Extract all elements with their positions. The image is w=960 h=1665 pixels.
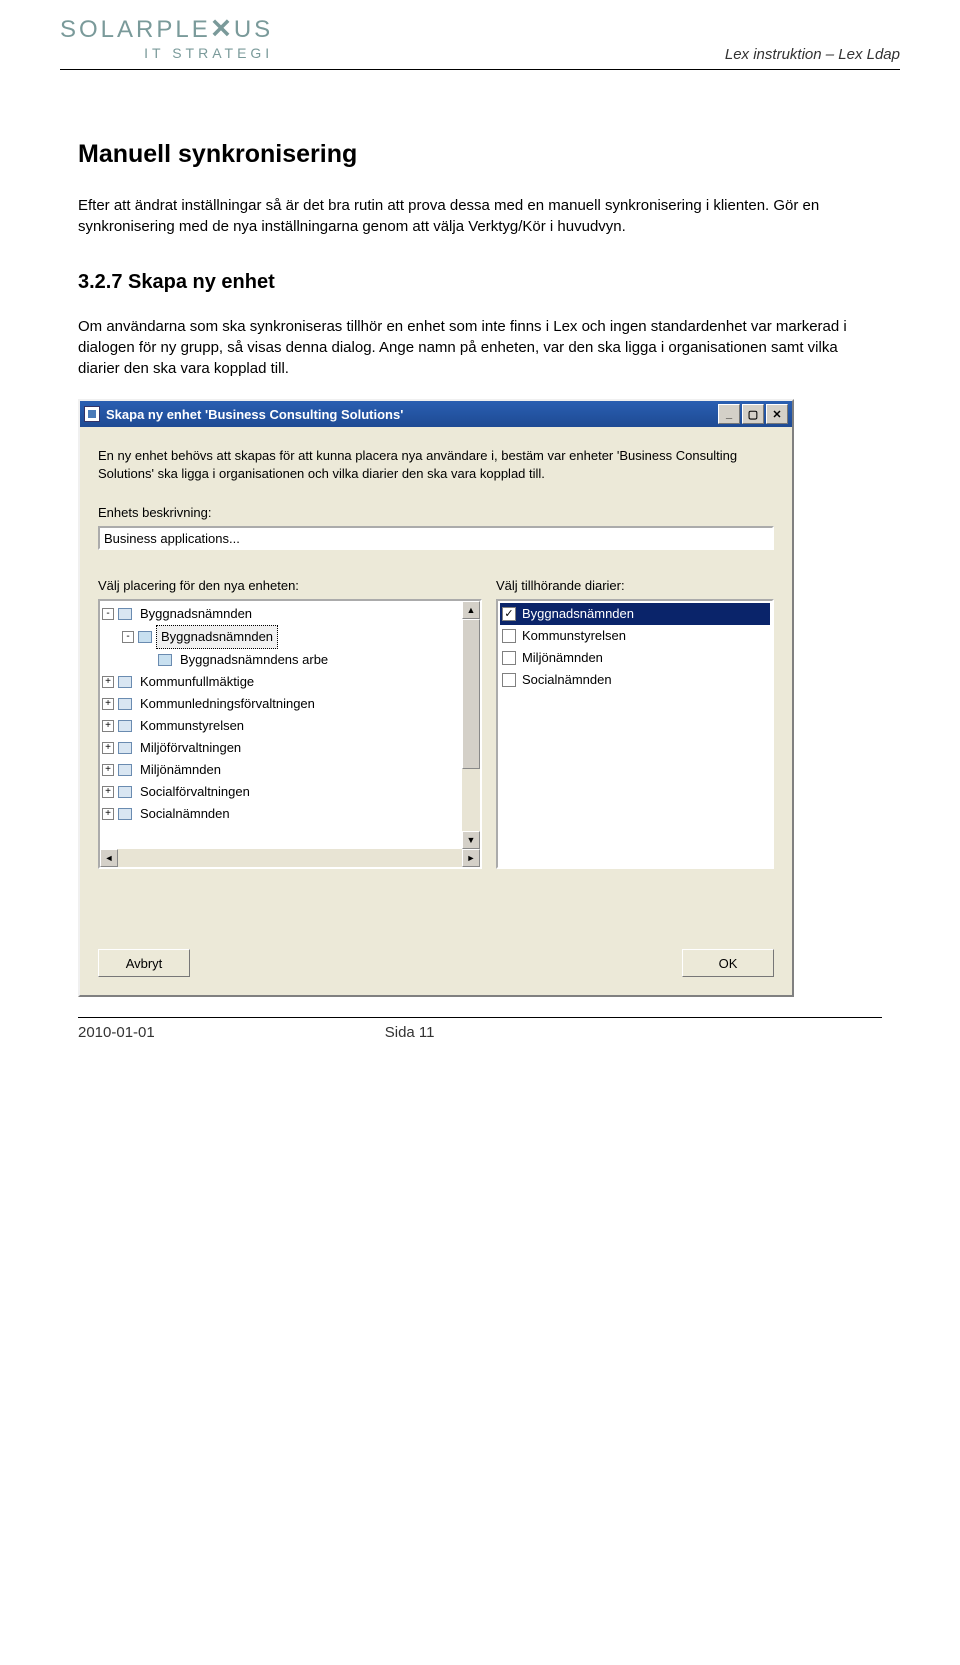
folder-icon bbox=[158, 654, 172, 666]
dialog-title: Skapa ny enhet 'Business Consulting Solu… bbox=[106, 407, 718, 422]
diary-label: Byggnadsnämnden bbox=[522, 603, 634, 625]
scroll-right-icon[interactable]: ► bbox=[462, 849, 480, 867]
section-heading: Manuell synkronisering bbox=[78, 140, 882, 169]
tree-row[interactable]: - Byggnadsnämnden bbox=[102, 625, 478, 649]
scroll-thumb[interactable] bbox=[462, 619, 480, 769]
collapse-icon[interactable]: - bbox=[122, 631, 134, 643]
org-icon bbox=[118, 698, 132, 710]
diary-row[interactable]: Socialnämnden bbox=[500, 669, 770, 691]
desc-label: Enhets beskrivning: bbox=[98, 505, 774, 520]
org-icon bbox=[118, 608, 132, 620]
org-icon bbox=[118, 764, 132, 776]
scroll-left-icon[interactable]: ◄ bbox=[100, 849, 118, 867]
diary-row[interactable]: Miljönämnden bbox=[500, 647, 770, 669]
tree-label[interactable]: Socialförvaltningen bbox=[136, 781, 254, 803]
tree-label[interactable]: Kommunfullmäktige bbox=[136, 671, 258, 693]
diary-label: Miljönämnden bbox=[522, 647, 603, 669]
place-label: Välj placering för den nya enheten: bbox=[98, 578, 482, 593]
expand-icon[interactable]: + bbox=[102, 808, 114, 820]
tree-row[interactable]: + Socialnämnden bbox=[102, 803, 478, 825]
tree-label[interactable]: Socialnämnden bbox=[136, 803, 234, 825]
ok-button[interactable]: OK bbox=[682, 949, 774, 977]
minimize-button[interactable]: _ bbox=[718, 404, 740, 424]
diary-label: Välj tillhörande diarier: bbox=[496, 578, 774, 593]
expand-icon[interactable]: + bbox=[102, 764, 114, 776]
footer-date: 2010-01-01 bbox=[78, 1024, 155, 1041]
expand-icon[interactable]: + bbox=[102, 786, 114, 798]
checkbox[interactable] bbox=[502, 673, 516, 687]
tree-row[interactable]: + Miljöförvaltningen bbox=[102, 737, 478, 759]
tree-label[interactable]: Miljönämnden bbox=[136, 759, 225, 781]
org-icon bbox=[118, 742, 132, 754]
section-paragraph-1: Efter att ändrat inställningar så är det… bbox=[78, 195, 882, 237]
org-icon bbox=[118, 786, 132, 798]
close-button[interactable]: ✕ bbox=[766, 404, 788, 424]
tree-label[interactable]: Miljöförvaltningen bbox=[136, 737, 245, 759]
tree-row[interactable]: Byggnadsnämndens arbe bbox=[102, 649, 478, 671]
tree-row[interactable]: - Byggnadsnämnden bbox=[102, 603, 478, 625]
diary-row[interactable]: ✓ Byggnadsnämnden bbox=[500, 603, 770, 625]
tree-row[interactable]: + Miljönämnden bbox=[102, 759, 478, 781]
tree-label[interactable]: Kommunledningsförvaltningen bbox=[136, 693, 319, 715]
subsection-heading: 3.2.7 Skapa ny enhet bbox=[78, 271, 882, 294]
expand-icon[interactable]: + bbox=[102, 720, 114, 732]
page-header: SOLARPLE✕US IT STRATEGI Lex instruktion … bbox=[0, 0, 960, 63]
dialog-titlebar[interactable]: Skapa ny enhet 'Business Consulting Solu… bbox=[80, 401, 792, 427]
tree-row[interactable]: + Kommunfullmäktige bbox=[102, 671, 478, 693]
maximize-button[interactable]: ▢ bbox=[742, 404, 764, 424]
org-icon bbox=[118, 808, 132, 820]
collapse-icon[interactable]: - bbox=[102, 608, 114, 620]
tree-hscroll[interactable]: ◄ ► bbox=[100, 849, 480, 867]
diary-label: Kommunstyrelsen bbox=[522, 625, 626, 647]
app-icon bbox=[84, 406, 100, 422]
footer-page: Sida 11 bbox=[385, 1024, 435, 1041]
org-tree[interactable]: -Byggnadsnämnden-ByggnadsnämndenByggnads… bbox=[98, 599, 482, 869]
doc-title: Lex instruktion – Lex Ldap bbox=[725, 18, 900, 63]
expand-icon[interactable]: + bbox=[102, 698, 114, 710]
desc-input[interactable] bbox=[98, 526, 774, 550]
expand-icon[interactable]: + bbox=[102, 676, 114, 688]
tree-row[interactable]: + Kommunledningsförvaltningen bbox=[102, 693, 478, 715]
scroll-up-icon[interactable]: ▲ bbox=[462, 601, 480, 619]
logo-text-post: US bbox=[234, 16, 273, 43]
checkbox[interactable] bbox=[502, 629, 516, 643]
footer-rule bbox=[78, 1017, 882, 1018]
folder-icon bbox=[138, 631, 152, 643]
org-icon bbox=[118, 676, 132, 688]
tree-vscroll[interactable]: ▲ ▼ bbox=[462, 601, 480, 849]
logo-text-pre: SOLARPLE bbox=[60, 16, 211, 43]
cancel-button[interactable]: Avbryt bbox=[98, 949, 190, 977]
tree-label[interactable]: Byggnadsnämnden bbox=[136, 603, 256, 625]
tree-label[interactable]: Byggnadsnämndens arbe bbox=[176, 649, 332, 671]
page-footer: 2010-01-01 Sida 11 bbox=[0, 997, 960, 1061]
dialog-create-unit: Skapa ny enhet 'Business Consulting Solu… bbox=[78, 399, 794, 997]
tree-row[interactable]: + Socialförvaltningen bbox=[102, 781, 478, 803]
scroll-down-icon[interactable]: ▼ bbox=[462, 831, 480, 849]
logo: SOLARPLE✕US IT STRATEGI bbox=[60, 18, 273, 60]
logo-x-icon: ✕ bbox=[210, 17, 235, 43]
tree-row[interactable]: + Kommunstyrelsen bbox=[102, 715, 478, 737]
expand-icon[interactable]: + bbox=[102, 742, 114, 754]
org-icon bbox=[118, 720, 132, 732]
section-paragraph-2: Om användarna som ska synkroniseras till… bbox=[78, 316, 882, 379]
tree-label[interactable]: Byggnadsnämnden bbox=[156, 625, 278, 649]
logo-subtitle: IT STRATEGI bbox=[60, 46, 273, 60]
content: Manuell synkronisering Efter att ändrat … bbox=[0, 70, 960, 997]
checkbox[interactable] bbox=[502, 651, 516, 665]
diary-list[interactable]: ✓ ByggnadsnämndenKommunstyrelsenMiljönämn… bbox=[496, 599, 774, 869]
tree-label[interactable]: Kommunstyrelsen bbox=[136, 715, 248, 737]
checkbox[interactable]: ✓ bbox=[502, 607, 516, 621]
diary-label: Socialnämnden bbox=[522, 669, 612, 691]
dialog-intro: En ny enhet behövs att skapas för att ku… bbox=[98, 447, 774, 483]
diary-row[interactable]: Kommunstyrelsen bbox=[500, 625, 770, 647]
